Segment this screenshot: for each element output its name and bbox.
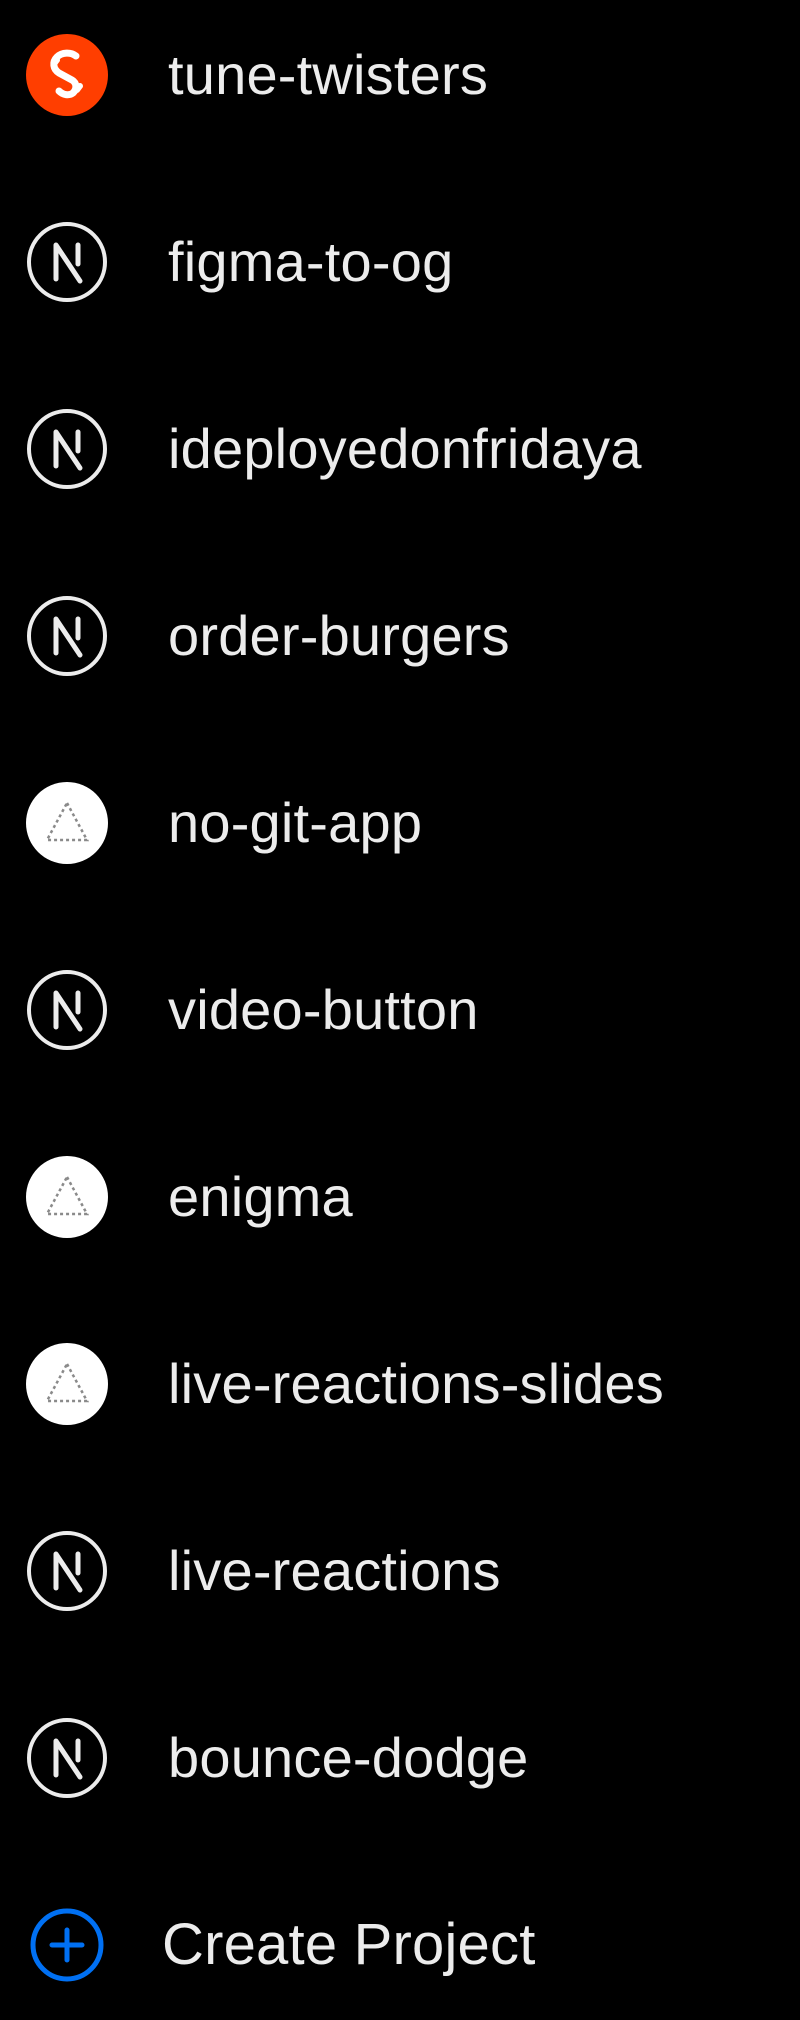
project-name: enigma — [168, 1165, 353, 1228]
project-item-video-button[interactable]: video-button — [0, 935, 800, 1085]
create-project-button[interactable]: Create Project — [0, 1870, 800, 2020]
project-item-ideployedonfridaya[interactable]: ideployedonfridaya — [0, 374, 800, 524]
nextjs-icon — [24, 219, 110, 305]
project-name: ideployedonfridaya — [168, 417, 642, 480]
project-item-live-reactions[interactable]: live-reactions — [0, 1496, 800, 1646]
project-name: live-reactions — [168, 1539, 501, 1602]
project-item-no-git-app[interactable]: no-git-app — [0, 748, 800, 898]
nextjs-icon — [24, 967, 110, 1053]
nextjs-icon — [24, 406, 110, 492]
project-item-live-reactions-slides[interactable]: live-reactions-slides — [0, 1309, 800, 1459]
project-item-figma-to-og[interactable]: figma-to-og — [0, 187, 800, 337]
project-item-enigma[interactable]: enigma — [0, 1122, 800, 1272]
project-item-bounce-dodge[interactable]: bounce-dodge — [0, 1683, 800, 1833]
nextjs-icon — [24, 1528, 110, 1614]
plus-circle-icon — [24, 1902, 110, 1988]
project-name: live-reactions-slides — [168, 1352, 664, 1415]
project-list: tune-twisters figma-to-og ideployedonfri… — [0, 0, 800, 1982]
nextjs-icon — [24, 593, 110, 679]
vercel-triangle-icon — [24, 1154, 110, 1240]
svelte-icon — [24, 32, 110, 118]
project-name: no-git-app — [168, 791, 423, 854]
project-item-tune-twisters[interactable]: tune-twisters — [0, 0, 800, 150]
create-project-label: Create Project — [162, 1912, 536, 1977]
vercel-triangle-icon — [24, 780, 110, 866]
project-name: bounce-dodge — [168, 1726, 529, 1789]
project-name: video-button — [168, 978, 479, 1041]
vercel-triangle-icon — [24, 1341, 110, 1427]
project-item-order-burgers[interactable]: order-burgers — [0, 561, 800, 711]
project-name: tune-twisters — [168, 43, 489, 106]
project-name: order-burgers — [168, 604, 510, 667]
nextjs-icon — [24, 1715, 110, 1801]
project-name: figma-to-og — [168, 230, 454, 293]
